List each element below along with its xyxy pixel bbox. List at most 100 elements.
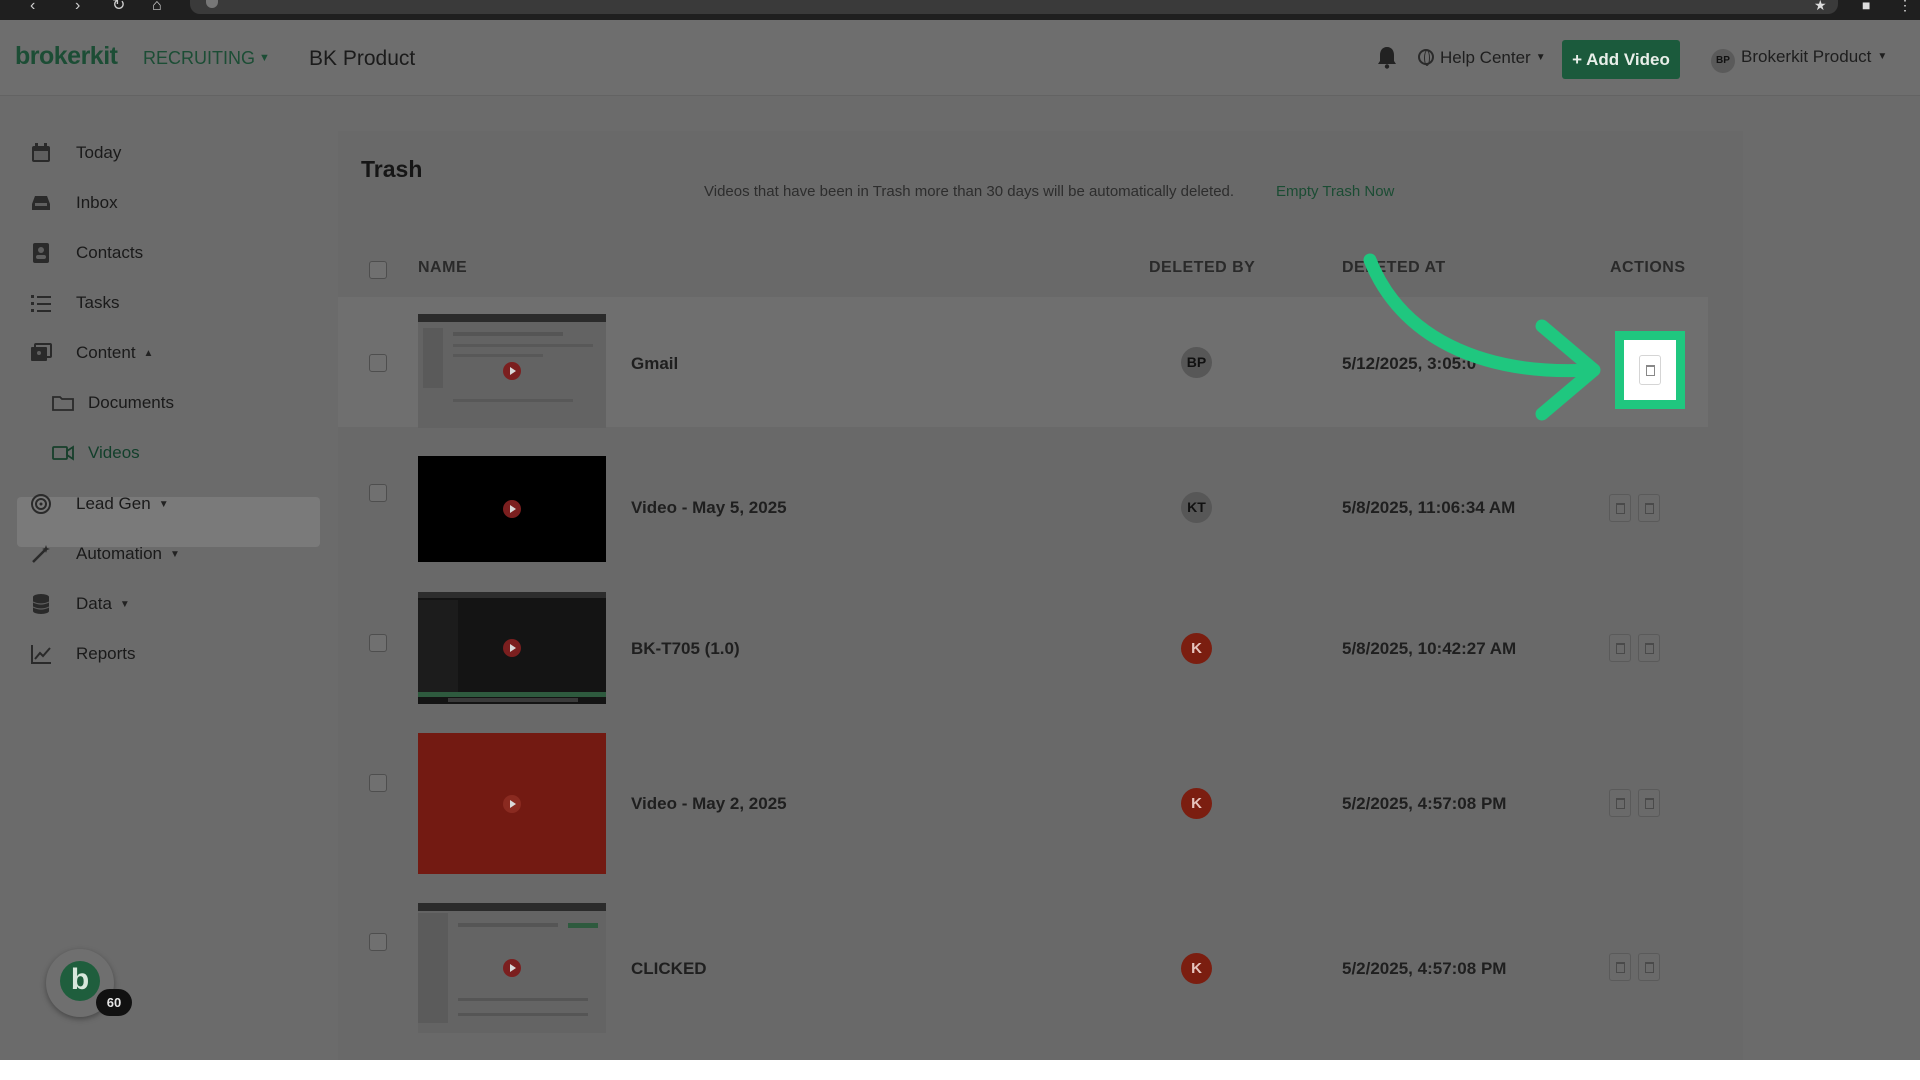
sidebar-item-tasks[interactable]: Tasks — [30, 283, 119, 323]
user-name: Brokerkit Product — [1741, 47, 1872, 66]
sidebar-item-reports[interactable]: Reports — [30, 634, 136, 674]
video-thumbnail[interactable] — [418, 733, 606, 874]
sidebar-item-inbox[interactable]: Inbox — [30, 183, 118, 223]
browser-toolbar: ‹ › ↻ ⌂ ★ ■ ⋮ — [0, 0, 1920, 20]
tutorial-arrow — [1363, 253, 1601, 421]
delete-permanently-button[interactable] — [1639, 355, 1661, 385]
restore-button[interactable] — [1609, 953, 1631, 981]
video-name[interactable]: Video - May 2, 2025 — [631, 794, 787, 814]
forward-icon[interactable]: › — [75, 0, 80, 14]
sidebar-item-contacts[interactable]: Contacts — [30, 233, 143, 273]
trash-icon — [1645, 962, 1654, 973]
sidebar-item-label: Tasks — [76, 293, 120, 312]
deleted-by-avatar: KT — [1181, 492, 1212, 523]
video-thumbnail[interactable] — [418, 903, 606, 1033]
delete-permanently-button[interactable] — [1638, 634, 1660, 662]
sidebar-item-label: Reports — [76, 644, 136, 663]
row-checkbox[interactable] — [369, 354, 387, 372]
sidebar-item-label: Documents — [88, 393, 174, 412]
module-switcher[interactable]: RECRUITING ▼ — [143, 48, 270, 69]
page-title: Trash — [361, 156, 423, 182]
sidebar-item-label: Contacts — [76, 243, 144, 262]
wand-icon — [32, 545, 50, 563]
brokerkit-logo[interactable]: brokerkit — [15, 42, 118, 71]
deleted-at-value: 5/8/2025, 11:06:34 AM — [1342, 498, 1516, 517]
lead-gen-icon — [31, 494, 51, 514]
video-thumbnail[interactable] — [418, 592, 606, 704]
deleted-by-avatar: BP — [1181, 347, 1212, 378]
bell-icon[interactable] — [1376, 45, 1398, 69]
delete-permanently-button[interactable] — [1638, 789, 1660, 817]
row-checkbox[interactable] — [369, 933, 387, 951]
column-header-deleted-by[interactable]: DELETED BY — [1149, 259, 1255, 277]
sidebar-item-automation[interactable]: Automation ▼ — [30, 534, 180, 574]
play-icon — [503, 362, 521, 380]
browser-menu-icon[interactable]: ⋮ — [1898, 0, 1912, 12]
site-info-icon[interactable] — [206, 0, 218, 8]
sidebar-item-documents[interactable]: Documents — [52, 383, 174, 423]
sidebar-item-videos[interactable]: Videos — [52, 433, 140, 473]
sidebar: Today Inbox Contacts Tasks Content ▲ Docu… — [0, 97, 330, 1060]
reload-icon[interactable]: ↻ — [112, 0, 125, 14]
row-checkbox[interactable] — [369, 484, 387, 502]
empty-trash-link[interactable]: Empty Trash Now — [1276, 183, 1394, 200]
page-bottom-edge — [0, 1060, 1920, 1080]
table-row[interactable]: BK-T705 (1.0) K 5/8/2025, 10:42:27 AM — [338, 572, 1708, 707]
module-label: RECRUITING — [143, 48, 255, 68]
deleted-at-value: 5/8/2025, 10:42:27 AM — [1342, 639, 1517, 658]
sidebar-item-today[interactable]: Today — [30, 133, 121, 173]
chevron-down-icon: ▼ — [170, 548, 180, 560]
bookmark-star-icon[interactable]: ★ — [1814, 0, 1827, 12]
video-thumbnail[interactable] — [418, 456, 606, 562]
sidebar-item-label: Content — [76, 343, 136, 362]
restore-icon — [1616, 643, 1625, 654]
video-name[interactable]: CLICKED — [631, 959, 707, 979]
sidebar-item-content[interactable]: Content ▲ — [30, 333, 153, 373]
select-all-checkbox[interactable] — [369, 261, 387, 279]
play-icon — [503, 500, 521, 518]
video-name[interactable]: BK-T705 (1.0) — [631, 639, 740, 659]
app-header: brokerkit RECRUITING ▼ BK Product Help Ce… — [0, 20, 1920, 96]
video-name[interactable]: Video - May 5, 2025 — [631, 498, 787, 518]
row-checkbox[interactable] — [369, 774, 387, 792]
sidebar-item-label: Data — [76, 594, 112, 613]
sidebar-item-label: Automation — [76, 544, 162, 563]
content-icon — [31, 343, 52, 361]
deleted-by-avatar: K — [1181, 953, 1212, 984]
back-icon[interactable]: ‹ — [30, 0, 35, 14]
home-icon[interactable]: ⌂ — [152, 0, 162, 14]
chevron-down-icon: ▼ — [1877, 51, 1888, 62]
restore-button[interactable] — [1609, 494, 1631, 522]
user-menu[interactable]: BP Brokerkit Product ▼ — [1711, 47, 1887, 73]
address-bar[interactable] — [190, 0, 1838, 14]
restore-icon — [1616, 962, 1625, 973]
deleted-by-avatar: K — [1181, 788, 1212, 819]
chevron-down-icon: ▼ — [158, 498, 169, 510]
deleted-at-value: 5/2/2025, 4:57:08 PM — [1342, 794, 1507, 813]
globe-icon — [1418, 49, 1434, 66]
trash-icon — [1645, 503, 1654, 514]
table-row[interactable]: CLICKED K 5/2/2025, 4:57:08 PM — [338, 867, 1708, 1060]
extensions-icon[interactable]: ■ — [1862, 0, 1870, 12]
table-row[interactable]: Video - May 5, 2025 KT 5/8/2025, 11:06:3… — [338, 427, 1708, 572]
delete-permanently-button[interactable] — [1638, 494, 1660, 522]
column-header-name[interactable]: NAME — [418, 259, 467, 277]
add-video-button[interactable]: + Add Video — [1562, 40, 1680, 79]
delete-permanently-button[interactable] — [1638, 953, 1660, 981]
tasks-icon — [31, 295, 51, 312]
folder-icon — [52, 396, 74, 411]
table-row[interactable]: Video - May 2, 2025 K 5/2/2025, 4:57:08 … — [338, 707, 1708, 874]
row-checkbox[interactable] — [369, 634, 387, 652]
sidebar-item-lead-gen[interactable]: Lead Gen ▼ — [30, 484, 169, 524]
restore-button[interactable] — [1609, 789, 1631, 817]
column-header-actions: ACTIONS — [1610, 259, 1686, 276]
deleted-by-avatar: K — [1181, 633, 1212, 664]
sidebar-item-data[interactable]: Data ▼ — [30, 584, 130, 624]
play-icon — [503, 959, 521, 977]
help-center-menu[interactable]: Help Center ▼ — [1418, 48, 1546, 68]
video-name[interactable]: Gmail — [631, 354, 678, 374]
restore-button[interactable] — [1609, 634, 1631, 662]
video-thumbnail[interactable] — [418, 314, 606, 428]
calendar-icon — [32, 143, 50, 162]
chevron-down-icon: ▼ — [119, 598, 130, 610]
